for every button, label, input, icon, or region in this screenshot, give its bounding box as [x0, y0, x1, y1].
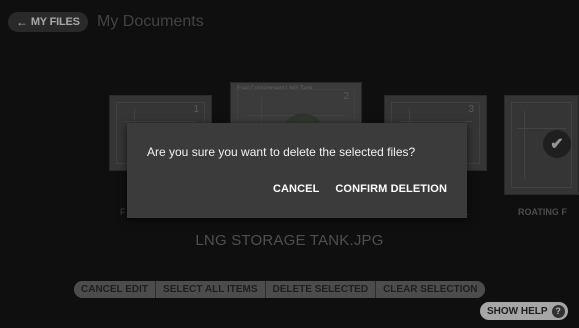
file-browser-screen: ← MY FILES My Documents 1 Fuel Containme…	[0, 0, 579, 328]
dialog-message: Are you sure you want to delete the sele…	[147, 145, 416, 159]
delete-confirm-dialog: Are you sure you want to delete the sele…	[127, 123, 467, 218]
confirm-deletion-button[interactable]: CONFIRM DELETION	[335, 183, 447, 195]
dialog-actions: CANCEL CONFIRM DELETION	[273, 183, 447, 195]
cancel-button[interactable]: CANCEL	[273, 183, 319, 195]
